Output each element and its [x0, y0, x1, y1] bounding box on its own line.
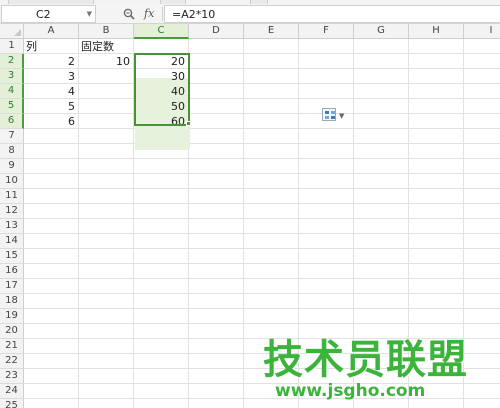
- column-header-e[interactable]: E: [244, 24, 299, 39]
- selection-border: [134, 53, 190, 126]
- chevron-down-icon[interactable]: ▼: [87, 10, 92, 18]
- cell-a1[interactable]: 列: [24, 39, 79, 54]
- cell-a2[interactable]: 2: [24, 54, 79, 69]
- cell-b2[interactable]: 10: [79, 54, 134, 69]
- chevron-down-icon[interactable]: ▼: [339, 112, 344, 120]
- row-header[interactable]: 16: [0, 264, 24, 279]
- row-header[interactable]: 5: [0, 99, 24, 114]
- spreadsheet-grid: A B C D E F G H I 1 2 3 4 5 6 7 8 9 10 1…: [0, 24, 500, 408]
- paste-options-icon[interactable]: ▼: [322, 108, 346, 121]
- fill-handle[interactable]: [186, 121, 191, 126]
- divider: [162, 7, 163, 21]
- column-header-b[interactable]: B: [79, 24, 134, 39]
- row-header[interactable]: 25: [0, 399, 24, 408]
- row-header[interactable]: 4: [0, 84, 24, 99]
- row-header[interactable]: 23: [0, 369, 24, 384]
- column-header-d[interactable]: D: [189, 24, 244, 39]
- cell-b1[interactable]: 固定数: [79, 39, 149, 54]
- row-header[interactable]: 1: [0, 39, 24, 54]
- formula-text: =A2*10: [172, 8, 216, 21]
- formula-bar: C2 ▼ fx =A2*10: [0, 4, 500, 24]
- zoom-icon[interactable]: [123, 8, 135, 20]
- row-header[interactable]: 12: [0, 204, 24, 219]
- column-header-a[interactable]: A: [24, 24, 79, 39]
- column-header-c[interactable]: C: [134, 24, 189, 39]
- row-header[interactable]: 6: [0, 114, 24, 129]
- row-header[interactable]: 14: [0, 234, 24, 249]
- row-header[interactable]: 13: [0, 219, 24, 234]
- name-box[interactable]: C2 ▼: [1, 5, 96, 23]
- column-header-h[interactable]: H: [409, 24, 464, 39]
- column-header-f[interactable]: F: [299, 24, 354, 39]
- watermark: 技术员联盟 www.jsgho.com: [263, 338, 478, 402]
- cell-a5[interactable]: 5: [24, 99, 79, 114]
- column-header-g[interactable]: G: [354, 24, 409, 39]
- watermark-url: www.jsgho.com: [275, 381, 426, 401]
- cell-a6[interactable]: 6: [24, 114, 79, 129]
- select-all-corner[interactable]: [0, 24, 24, 39]
- row-header[interactable]: 3: [0, 69, 24, 84]
- name-box-value: C2: [36, 8, 51, 21]
- row-header[interactable]: 15: [0, 249, 24, 264]
- row-header[interactable]: 18: [0, 294, 24, 309]
- formula-input[interactable]: =A2*10: [164, 5, 500, 23]
- row-header[interactable]: 7: [0, 129, 24, 144]
- cell-a3[interactable]: 3: [24, 69, 79, 84]
- row-header[interactable]: 19: [0, 309, 24, 324]
- row-header[interactable]: 8: [0, 144, 24, 159]
- column-header-i[interactable]: I: [464, 24, 500, 39]
- row-header[interactable]: 22: [0, 354, 24, 369]
- watermark-title: 技术员联盟: [263, 337, 468, 383]
- insert-function-icon[interactable]: fx: [144, 7, 154, 20]
- cell-a4[interactable]: 4: [24, 84, 79, 99]
- row-header[interactable]: 9: [0, 159, 24, 174]
- row-header[interactable]: 24: [0, 384, 24, 399]
- row-header[interactable]: 17: [0, 279, 24, 294]
- row-header[interactable]: 2: [0, 54, 24, 69]
- row-header[interactable]: 20: [0, 324, 24, 339]
- row-header[interactable]: 11: [0, 189, 24, 204]
- row-header[interactable]: 10: [0, 174, 24, 189]
- row-header[interactable]: 21: [0, 339, 24, 354]
